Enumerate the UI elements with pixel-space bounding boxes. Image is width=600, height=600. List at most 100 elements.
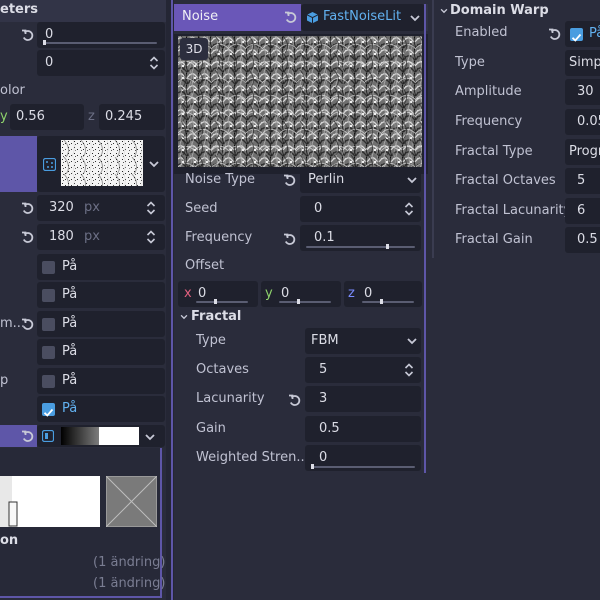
revert-icon[interactable] xyxy=(284,10,298,24)
slider-thumb[interactable] xyxy=(380,299,383,304)
warp-type-dropdown[interactable]: Simp xyxy=(565,50,600,76)
lacunarity-label: Lacunarity xyxy=(196,391,265,406)
checkbox[interactable] xyxy=(42,375,55,388)
domain-warp-panel: Domain Warp Enabled På Type Simp Amplitu… xyxy=(434,0,600,258)
chevron-down-icon[interactable] xyxy=(148,158,160,170)
checkbox-checked[interactable] xyxy=(570,28,583,41)
revert-icon[interactable] xyxy=(21,429,35,443)
revert-icon[interactable] xyxy=(283,232,297,246)
checkbox[interactable] xyxy=(42,289,55,302)
revert-icon[interactable] xyxy=(21,201,35,215)
updown-arrows-icon[interactable] xyxy=(146,200,156,216)
checkbox-label: På xyxy=(62,373,78,388)
lacunarity-field[interactable]: 3 xyxy=(305,386,421,412)
slider-thumb[interactable] xyxy=(386,244,389,249)
left-header-title: eters xyxy=(0,2,38,17)
vec-y-field[interactable]: 0.56 xyxy=(10,104,84,130)
3d-toggle-button[interactable]: 3D xyxy=(180,38,208,60)
texture-preview[interactable] xyxy=(61,140,143,186)
vec-z-field[interactable]: 0.245 xyxy=(99,104,165,130)
bool-row-2[interactable]: På xyxy=(37,282,165,308)
check-icon xyxy=(42,406,55,419)
updown-arrows-icon[interactable] xyxy=(149,55,159,71)
property-slider-field[interactable]: 0 xyxy=(37,22,165,48)
domain-warp-header[interactable]: Domain Warp xyxy=(450,3,549,18)
offset-x-field[interactable]: x 0 xyxy=(178,281,258,307)
fractal-lacunarity-label: Fractal Lacunarity xyxy=(455,203,572,218)
noise-property-label: Noise xyxy=(182,9,219,24)
change-count-2: (1 ändring) xyxy=(93,576,166,591)
warp-fractal-gain-field[interactable]: 0.5 xyxy=(565,227,600,253)
noise-panel-right-border xyxy=(424,4,426,473)
checkbox-checked[interactable] xyxy=(42,403,55,416)
noise-resource-picker[interactable]: FastNoiseLit xyxy=(301,4,425,31)
slider-line xyxy=(279,301,331,303)
resource-name: FastNoiseLit xyxy=(323,9,402,24)
updown-arrows-icon[interactable] xyxy=(146,229,156,245)
offset-z-field[interactable]: z 0 xyxy=(344,281,422,307)
chevron-down-icon[interactable] xyxy=(179,312,189,322)
bool-row-5[interactable]: På xyxy=(37,368,165,394)
chevron-down-icon[interactable] xyxy=(409,12,421,24)
revert-icon[interactable] xyxy=(288,393,302,407)
section-label: on xyxy=(0,533,19,548)
bool-row-3[interactable]: På xyxy=(37,311,165,337)
chevron-down-icon[interactable] xyxy=(144,431,156,443)
chevron-down-icon[interactable] xyxy=(406,335,418,347)
warp-fractal-octaves-field[interactable]: 5 xyxy=(565,168,600,194)
gradient-preview[interactable] xyxy=(61,427,139,445)
offset-label: Offset xyxy=(185,258,225,273)
revert-icon[interactable] xyxy=(548,27,562,41)
gradient-editor-preview[interactable] xyxy=(0,476,100,527)
noise-type-dropdown[interactable]: Perlin xyxy=(300,167,421,193)
revert-icon[interactable] xyxy=(21,230,35,244)
bool-row-1[interactable]: På xyxy=(37,254,165,280)
bool-row-6[interactable]: På xyxy=(37,396,165,422)
gradient-resource-field[interactable] xyxy=(37,425,165,447)
property-spin-field[interactable]: 0 xyxy=(37,50,165,76)
checkbox-label: På xyxy=(589,26,600,41)
noise-subinspector: Noise FastNoiseLit 3D Noise Type Perlin … xyxy=(174,0,428,473)
updown-arrows-icon[interactable] xyxy=(404,362,414,378)
checkbox[interactable] xyxy=(42,318,55,331)
gradient-icon xyxy=(42,430,54,442)
warp-fractal-lacunarity-field[interactable]: 6 xyxy=(565,198,600,224)
offset-y-field[interactable]: y 0 xyxy=(261,281,341,307)
empty-texture-placeholder[interactable] xyxy=(106,476,157,527)
seed-spinbox[interactable]: 0 xyxy=(300,196,421,222)
bool-row-4[interactable]: På xyxy=(37,339,165,365)
enabled-checkbox-field[interactable]: På xyxy=(565,21,600,47)
slider-thumb[interactable] xyxy=(297,299,300,304)
amplitude-label: Amplitude xyxy=(455,84,522,99)
revert-icon[interactable] xyxy=(21,317,35,331)
fractal-section-header[interactable]: Fractal xyxy=(191,309,241,324)
revert-icon[interactable] xyxy=(21,28,35,42)
updown-arrows-icon[interactable] xyxy=(404,201,414,217)
warp-frequency-label: Frequency xyxy=(455,114,523,129)
panel-border xyxy=(171,0,173,600)
axis-z-label: z xyxy=(348,286,355,301)
checkbox[interactable] xyxy=(42,261,55,274)
slider-thumb[interactable] xyxy=(43,40,46,45)
checkbox-label: På xyxy=(62,259,78,274)
fractal-type-dropdown[interactable]: FBM xyxy=(305,328,421,354)
chevron-down-icon[interactable] xyxy=(439,6,449,16)
fractal-gain-label: Fractal Gain xyxy=(455,232,533,247)
warp-frequency-field[interactable]: 0.05 xyxy=(565,109,600,135)
revert-icon[interactable] xyxy=(283,173,297,187)
weighted-strength-label: Weighted Stren... xyxy=(196,450,309,465)
enabled-label: Enabled xyxy=(455,25,508,40)
checkbox[interactable] xyxy=(42,346,55,359)
slider-thumb[interactable] xyxy=(214,299,217,304)
offset-y-value: 0 xyxy=(281,286,290,301)
chevron-down-icon[interactable] xyxy=(406,174,418,186)
texture-resource-field[interactable] xyxy=(37,136,165,192)
noise-texture-icon xyxy=(43,158,56,171)
octaves-label: Octaves xyxy=(196,362,249,377)
amplitude-field[interactable]: 30 xyxy=(565,79,600,105)
row-label-fragment: p xyxy=(0,373,9,388)
slider-line xyxy=(306,246,415,248)
warp-fractal-type-dropdown[interactable]: Progr xyxy=(565,139,600,165)
gain-field[interactable]: 0.5 xyxy=(305,416,421,442)
slider-thumb[interactable] xyxy=(311,464,314,469)
